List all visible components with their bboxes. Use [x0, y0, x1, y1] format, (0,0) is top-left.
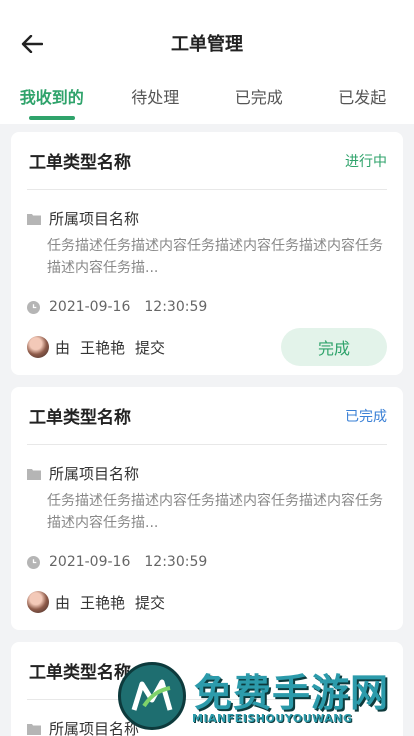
project-name: 所属项目名称 — [49, 465, 140, 483]
time-row: 2021-09-16 12:30:59 — [27, 554, 387, 570]
submit-row: 由 王艳艳 提交 — [27, 574, 387, 630]
tab-bar: 我收到的 待处理 已完成 已发起 — [0, 78, 414, 124]
project-row: 所属项目名称 — [27, 463, 387, 484]
folder-icon — [27, 213, 41, 225]
date: 2021-09-16 — [49, 554, 131, 570]
watermark-logo-icon — [118, 662, 186, 730]
task-description: 任务描述任务描述内容任务描述内容任务描述内容任务描述内容任务描... — [47, 493, 383, 531]
work-order-card[interactable]: 工单类型名称 进行中 所属项目名称 任务描述任务描述内容任务描述内容任务描述内容… — [11, 132, 403, 375]
top-bar: 工单管理 — [0, 0, 414, 78]
page-title: 工单管理 — [171, 34, 243, 55]
work-order-card[interactable]: 工单类型名称 已完成 所属项目名称 任务描述任务描述内容任务描述内容任务描述内容… — [11, 387, 403, 630]
submitter-name: 王艳艳 — [80, 338, 126, 357]
tab-completed[interactable]: 已完成 — [207, 78, 311, 124]
work-order-type: 工单类型名称 — [29, 153, 131, 173]
submitter-info: 由 王艳艳 提交 — [27, 591, 175, 613]
timestamp: 2021-09-16 12:30:59 — [49, 554, 207, 570]
watermark: 免费手游网 MIANFEISHOUYOUWANG — [118, 660, 414, 736]
card-header: 工单类型名称 已完成 — [27, 387, 387, 445]
complete-button[interactable]: 完成 — [281, 328, 387, 366]
watermark-subtitle: MIANFEISHOUYOUWANG — [192, 712, 353, 725]
work-order-list[interactable]: 工单类型名称 进行中 所属项目名称 任务描述任务描述内容任务描述内容任务描述内容… — [0, 124, 414, 736]
work-order-type: 工单类型名称 — [29, 408, 131, 428]
tab-initiated[interactable]: 已发起 — [311, 78, 414, 124]
tab-received[interactable]: 我收到的 — [0, 78, 104, 124]
folder-icon — [27, 723, 41, 735]
status-badge: 已完成 — [345, 408, 387, 425]
watermark-title: 免费手游网 — [194, 671, 390, 715]
task-description: 任务描述任务描述内容任务描述内容任务描述内容任务描述内容任务描... — [47, 238, 383, 276]
project-row: 所属项目名称 — [27, 208, 387, 229]
avatar — [27, 591, 49, 613]
action-label: 提交 — [135, 338, 166, 357]
status-badge: 进行中 — [345, 153, 387, 170]
project-name: 所属项目名称 — [49, 210, 140, 228]
card-header: 工单类型名称 进行中 — [27, 132, 387, 190]
avatar — [27, 336, 49, 358]
timestamp: 2021-09-16 12:30:59 — [49, 299, 207, 315]
clock-icon — [27, 300, 40, 314]
work-order-type: 工单类型名称 — [29, 663, 131, 683]
by-label: 由 — [55, 593, 71, 612]
time: 12:30:59 — [144, 554, 208, 570]
submitter-info: 由 王艳艳 提交 — [27, 336, 175, 358]
submitter-name: 王艳艳 — [80, 593, 126, 612]
tab-pending[interactable]: 待处理 — [104, 78, 208, 124]
submit-row: 由 王艳艳 提交 完成 — [27, 319, 387, 375]
time-row: 2021-09-16 12:30:59 — [27, 299, 387, 315]
clock-icon — [27, 555, 40, 569]
folder-icon — [27, 468, 41, 480]
date: 2021-09-16 — [49, 299, 131, 315]
time: 12:30:59 — [144, 299, 208, 315]
by-label: 由 — [55, 338, 71, 357]
action-label: 提交 — [135, 593, 166, 612]
